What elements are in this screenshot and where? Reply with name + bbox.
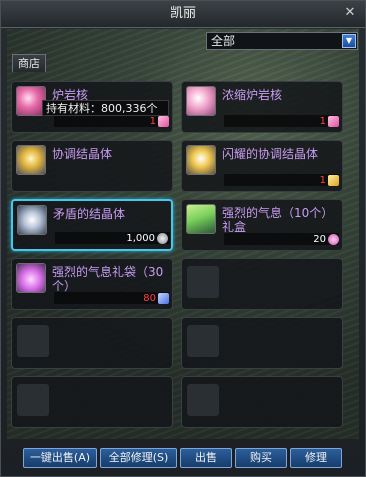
silver-coin-icon (157, 233, 168, 244)
item-name: 协调结晶体 (52, 147, 113, 161)
category-dropdown-value: 全部 (211, 34, 236, 48)
item-price: 80 (143, 293, 156, 304)
item-name: 强烈的气息礼袋（30个） (52, 265, 164, 293)
item-price: 1 (319, 116, 326, 127)
concentrated-lava-core-icon (186, 86, 216, 116)
item-price: 1 (319, 175, 326, 186)
item-price: 20 (313, 234, 326, 245)
shop-window: 凯丽 ✕ 全部 ▼ 商店 炉岩核 1 浓缩炉岩核 1 协调结晶体 闪耀的协调结晶… (0, 0, 366, 477)
contradiction-crystal-icon (17, 205, 47, 235)
repair-all-button[interactable]: 全部修理(S) (100, 448, 177, 468)
empty-slot (11, 317, 173, 369)
category-dropdown[interactable]: 全部 ▼ (206, 32, 358, 50)
sell-all-button[interactable]: 一键出售(A) (23, 448, 97, 468)
close-icon[interactable]: ✕ (343, 6, 357, 20)
shining-harmony-crystal-icon (186, 145, 216, 175)
sell-button[interactable]: 出售 (180, 448, 232, 468)
gift-box-icon (186, 204, 216, 234)
shop-item-6[interactable]: 强烈的气息礼袋（30个） 80 (11, 258, 173, 310)
empty-slot (181, 258, 343, 310)
item-name: 闪耀的协调结晶体 (222, 147, 319, 161)
blue-wand-icon (158, 293, 169, 304)
shop-item-1[interactable]: 浓缩炉岩核 1 (181, 81, 343, 133)
material-tooltip: 持有材料：800,336个 (42, 100, 169, 116)
shop-item-2[interactable]: 协调结晶体 (11, 140, 173, 192)
empty-slot-icon (17, 325, 49, 357)
pink-crystal-icon (158, 116, 169, 127)
item-price: 1,000 (126, 233, 155, 244)
empty-slot (181, 376, 343, 428)
item-name: 强烈的气息（10个）礼盒 (222, 206, 334, 234)
empty-slot (11, 376, 173, 428)
harmony-crystal-icon (16, 145, 46, 175)
pink-crystal-icon (328, 116, 339, 127)
empty-slot-icon (187, 325, 219, 357)
empty-slot-icon (187, 384, 219, 416)
gold-crystal-icon (328, 175, 339, 186)
empty-slot (181, 317, 343, 369)
empty-slot-icon (17, 384, 49, 416)
shop-item-4[interactable]: 矛盾的结晶体 1,000 (11, 199, 173, 251)
window-title: 凯丽 (169, 6, 196, 21)
pink-gem-icon (328, 234, 339, 245)
tab-shop[interactable]: 商店 (12, 54, 46, 72)
button-bar: 一键出售(A) 全部修理(S) 出售 购买 修理 (1, 442, 365, 476)
buy-button[interactable]: 购买 (235, 448, 287, 468)
item-price: 1 (149, 116, 156, 127)
item-name: 浓缩炉岩核 (222, 88, 283, 102)
window-title-bar[interactable]: 凯丽 (1, 1, 365, 28)
empty-slot-icon (187, 266, 219, 298)
item-name: 矛盾的结晶体 (53, 207, 126, 221)
gift-bag-icon (16, 263, 46, 293)
shop-item-3[interactable]: 闪耀的协调结晶体 1 (181, 140, 343, 192)
chevron-down-icon[interactable]: ▼ (342, 34, 356, 48)
shop-item-5[interactable]: 强烈的气息（10个）礼盒 20 (181, 199, 343, 251)
repair-button[interactable]: 修理 (290, 448, 342, 468)
